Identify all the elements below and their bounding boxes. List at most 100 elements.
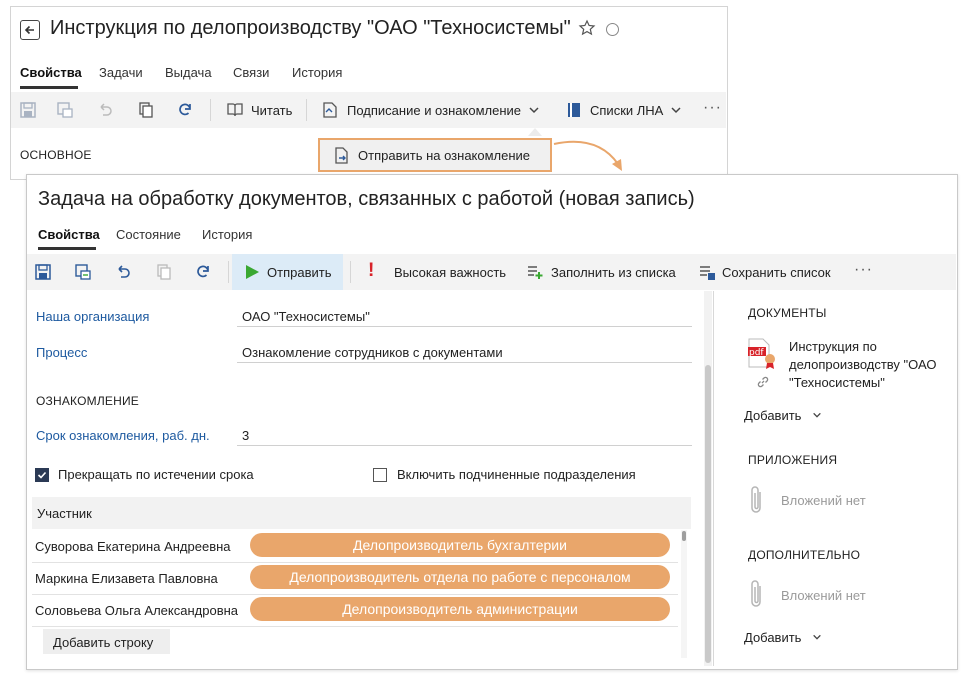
- document-send-icon: [334, 147, 350, 164]
- chevron-down-icon: [812, 410, 822, 420]
- task-window-title: Задача на обработку документов, связанны…: [38, 188, 695, 210]
- back-tab-tasks[interactable]: Задачи: [99, 65, 143, 80]
- chevron-down-icon: [670, 104, 682, 116]
- play-icon: [244, 264, 260, 280]
- star-icon[interactable]: [578, 19, 596, 37]
- org-label: Наша организация: [36, 309, 150, 324]
- tab-properties[interactable]: Свойства: [38, 227, 100, 242]
- stop-on-expiry-label: Прекращать по истечении срока: [58, 467, 254, 482]
- curved-arrow-icon: [553, 140, 622, 171]
- dropdown-item-send-familiarize[interactable]: Отправить на ознакомление: [318, 138, 552, 172]
- save-close-icon[interactable]: [74, 263, 92, 281]
- send-button[interactable]: Отправить: [232, 254, 343, 290]
- lna-lists-menu[interactable]: Списки ЛНА: [590, 103, 663, 118]
- read-button[interactable]: Читать: [251, 103, 292, 118]
- no-additional-text: Вложений нет: [781, 588, 866, 603]
- additional-header: ДОПОЛНИТЕЛЬНО: [748, 548, 861, 562]
- copy-icon[interactable]: [155, 263, 173, 281]
- high-importance-button[interactable]: Высокая важность: [394, 265, 506, 280]
- include-subdivisions-label: Включить подчиненные подразделения: [397, 467, 636, 482]
- more-icon[interactable]: ···: [703, 99, 722, 117]
- fill-from-list-button[interactable]: Заполнить из списка: [551, 265, 676, 280]
- include-subdivisions-checkbox[interactable]: [373, 468, 387, 482]
- check-icon: [37, 471, 47, 479]
- pdf-badge: pdf: [749, 348, 764, 358]
- org-field[interactable]: ОАО "Техносистемы": [242, 309, 370, 324]
- table-row-role[interactable]: Делопроизводитель бухгалтерии: [250, 533, 670, 557]
- table-header: [32, 497, 691, 529]
- table-scrollbar-thumb[interactable]: [682, 531, 686, 541]
- document-link[interactable]: Инструкция по делопроизводству "ОАО "Тех…: [789, 338, 954, 392]
- process-field-underline: [237, 362, 692, 363]
- table-row-role[interactable]: Делопроизводитель отдела по работе с пер…: [250, 565, 670, 589]
- process-label: Процесс: [36, 345, 88, 360]
- more-icon[interactable]: ···: [854, 261, 873, 279]
- back-tab-underline: [20, 86, 78, 89]
- add-row-label: Добавить строку: [53, 635, 154, 650]
- exclamation-icon: !: [368, 260, 375, 281]
- back-button[interactable]: [20, 20, 40, 40]
- save-icon[interactable]: [34, 263, 52, 281]
- term-field[interactable]: 3: [242, 428, 249, 443]
- fill-list-icon: [526, 263, 544, 281]
- paperclip-icon: [748, 578, 764, 610]
- undo-icon[interactable]: [114, 263, 132, 281]
- refresh-icon[interactable]: [194, 263, 212, 281]
- tab-history[interactable]: История: [202, 227, 252, 242]
- refresh-icon[interactable]: [176, 101, 194, 119]
- copy-icon[interactable]: [137, 101, 155, 119]
- undo-icon[interactable]: [96, 101, 114, 119]
- book-icon: [226, 101, 244, 119]
- back-tab-history[interactable]: История: [292, 65, 342, 80]
- tab-state[interactable]: Состояние: [116, 227, 181, 242]
- send-button-label: Отправить: [267, 265, 332, 280]
- add-document-button[interactable]: Добавить: [744, 408, 801, 423]
- process-field[interactable]: Ознакомление сотрудников с документами: [242, 345, 503, 360]
- stop-on-expiry-checkbox[interactable]: [35, 468, 49, 482]
- list-book-icon: [565, 101, 583, 119]
- table-row-name[interactable]: Маркина Елизавета Павловна: [35, 571, 218, 586]
- save-list-icon: [698, 263, 716, 281]
- table-scrollbar-track[interactable]: [681, 530, 687, 658]
- toolbar-separator: [228, 261, 229, 283]
- sign-and-familiarize-menu[interactable]: Подписание и ознакомление: [347, 103, 521, 118]
- back-window-title: Инструкция по делопроизводству "ОАО "Тех…: [50, 17, 571, 39]
- arrow-left-icon: [24, 25, 34, 35]
- save-close-icon[interactable]: [56, 101, 74, 119]
- table-row-name[interactable]: Суворова Екатерина Андреевна: [35, 539, 231, 554]
- status-circle-icon: [606, 23, 619, 36]
- back-tab-issue[interactable]: Выдача: [165, 65, 212, 80]
- org-field-underline: [237, 326, 692, 327]
- toolbar-separator: [350, 261, 351, 283]
- dropdown-item-label: Отправить на ознакомление: [358, 148, 531, 163]
- documents-header: ДОКУМЕНТЫ: [748, 306, 827, 320]
- back-section-main: ОСНОВНОЕ: [20, 148, 92, 162]
- table-row-role[interactable]: Делопроизводитель администрации: [250, 597, 670, 621]
- no-attachments-text: Вложений нет: [781, 493, 866, 508]
- save-list-button[interactable]: Сохранить список: [722, 265, 831, 280]
- link-icon[interactable]: [756, 375, 770, 389]
- paperclip-icon: [748, 484, 764, 516]
- panel-divider: [713, 291, 714, 666]
- save-icon[interactable]: [19, 101, 37, 119]
- table-row-name[interactable]: Соловьева Ольга Александровна: [35, 603, 238, 618]
- form-scrollbar-thumb[interactable]: [705, 365, 711, 663]
- term-label: Срок ознакомления, раб. дн.: [36, 428, 210, 443]
- tab-underline: [38, 247, 96, 250]
- row-divider: [32, 594, 678, 595]
- toolbar-separator: [210, 99, 211, 121]
- table-header-participant: Участник: [37, 506, 92, 521]
- chevron-down-icon: [528, 104, 540, 116]
- add-row-button[interactable]: Добавить строку: [43, 629, 170, 654]
- signature-icon: [321, 101, 339, 119]
- familiarization-section-header: ОЗНАКОМЛЕНИЕ: [36, 394, 140, 408]
- chevron-down-icon: [812, 632, 822, 642]
- row-divider: [32, 626, 678, 627]
- dropdown-caret: [528, 128, 542, 136]
- back-tab-links[interactable]: Связи: [233, 65, 269, 80]
- toolbar-separator: [306, 99, 307, 121]
- row-divider: [32, 562, 678, 563]
- term-field-underline: [237, 445, 692, 446]
- add-additional-button[interactable]: Добавить: [744, 630, 801, 645]
- back-tab-properties[interactable]: Свойства: [20, 65, 82, 80]
